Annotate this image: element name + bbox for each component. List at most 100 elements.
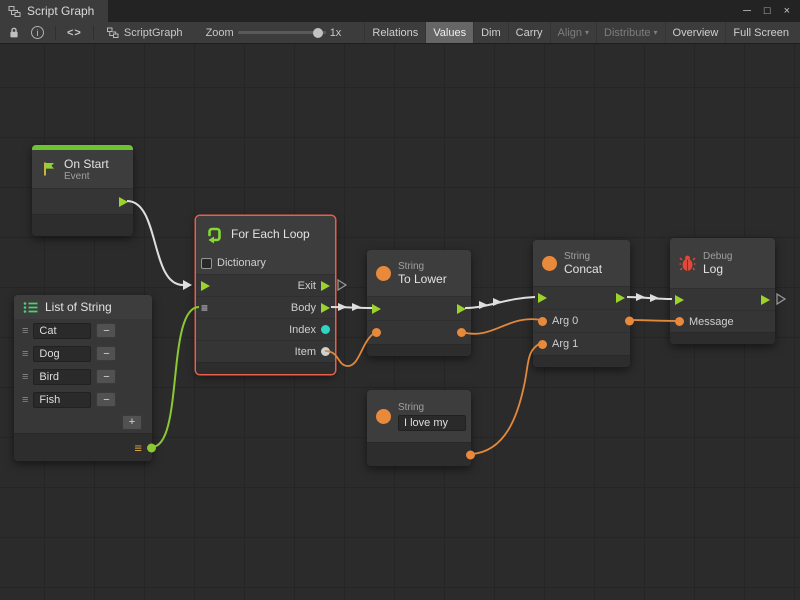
node-debug-log[interactable]: Debug Log Message	[670, 238, 775, 344]
code-icon: <>	[67, 27, 82, 39]
fullscreen-button[interactable]: Full Screen	[725, 22, 796, 43]
list-row: ≡ −	[14, 388, 152, 411]
close-button[interactable]: ×	[784, 5, 790, 17]
message-input-port[interactable]	[675, 317, 684, 326]
node-category: String	[398, 402, 466, 413]
list-input-icon[interactable]: ≡	[201, 301, 208, 315]
list-item-input[interactable]	[33, 346, 91, 362]
dictionary-checkbox[interactable]	[201, 258, 212, 269]
list-row: ≡ −	[14, 319, 152, 342]
wire-arrowhead	[493, 298, 502, 306]
node-string-literal[interactable]: String	[367, 390, 471, 466]
arg0-input-port[interactable]	[538, 317, 547, 326]
list-item-input[interactable]	[33, 369, 91, 385]
chevron-down-icon: ▾	[654, 28, 658, 37]
graph-name-label: ScriptGraph	[124, 27, 183, 39]
remove-item-button[interactable]: −	[96, 323, 116, 338]
lock-button[interactable]	[4, 22, 24, 43]
wire-concat-to-log-flow[interactable]	[627, 297, 672, 299]
wire-arrowhead	[183, 280, 192, 290]
flow-input-port[interactable]	[372, 304, 381, 314]
graph-toolbar: i <> ScriptGraph Zoom 1x Relations Value…	[0, 22, 800, 44]
list-row: ≡ −	[14, 365, 152, 388]
list-item-input[interactable]	[33, 392, 91, 408]
body-output-port[interactable]	[321, 303, 330, 313]
arg1-input-port[interactable]	[538, 340, 547, 349]
flag-icon	[41, 161, 57, 177]
list-item-input[interactable]	[33, 323, 91, 339]
wire-arrowhead	[338, 303, 347, 311]
info-icon: i	[31, 26, 44, 39]
value-output-port[interactable]	[466, 450, 475, 459]
zoom-slider-knob[interactable]	[313, 28, 323, 38]
wire-list-to-foreach[interactable]	[152, 307, 199, 447]
dim-button[interactable]: Dim	[473, 22, 508, 43]
zoom-value: 1x	[330, 27, 342, 39]
node-footer	[367, 442, 471, 466]
flow-output-port[interactable]	[761, 295, 770, 305]
remove-item-button[interactable]: −	[96, 369, 116, 384]
node-for-each-loop[interactable]: For Each Loop Dictionary Exit ≡ Body Ind…	[196, 216, 335, 374]
info-button[interactable]: i	[27, 22, 48, 43]
arg0-port-label: Arg 0	[552, 315, 578, 327]
node-category: String	[564, 251, 602, 262]
chevron-down-icon: ▾	[585, 28, 589, 37]
align-button[interactable]: Align▾	[550, 22, 596, 43]
exit-output-port[interactable]	[321, 281, 330, 291]
target-input-port[interactable]	[372, 328, 381, 337]
remove-item-button[interactable]: −	[96, 392, 116, 407]
zoom-slider[interactable]	[238, 31, 326, 34]
overview-button[interactable]: Overview	[665, 22, 726, 43]
script-graph-tab-icon	[8, 5, 21, 18]
distribute-button[interactable]: Distribute▾	[596, 22, 664, 43]
list-icon	[23, 301, 38, 314]
minimize-button[interactable]: ─	[743, 5, 751, 17]
drag-handle-icon[interactable]: ≡	[22, 394, 28, 406]
node-title: To Lower	[398, 272, 447, 286]
index-output-port[interactable]	[321, 325, 330, 334]
drag-handle-icon[interactable]: ≡	[22, 371, 28, 383]
add-item-button[interactable]: +	[122, 415, 142, 430]
node-title: Concat	[564, 262, 602, 276]
wire-literal-to-arg1[interactable]	[471, 343, 541, 454]
result-output-port[interactable]	[457, 328, 466, 337]
wire-body-to-tolower[interactable]	[331, 307, 372, 308]
wire-arrowhead	[352, 303, 361, 311]
flow-output-port[interactable]	[457, 304, 466, 314]
string-type-icon	[376, 409, 391, 424]
list-output-port[interactable]	[147, 443, 156, 452]
flow-output-port[interactable]	[616, 293, 625, 303]
flow-input-port[interactable]	[201, 281, 210, 291]
node-footer	[196, 362, 335, 374]
graph-canvas[interactable]: On Start Event List of String ≡ −	[0, 44, 800, 600]
node-footer	[670, 332, 775, 344]
wire-onstart-to-foreach[interactable]	[127, 201, 183, 285]
values-button[interactable]: Values	[425, 22, 473, 43]
inspect-code-button[interactable]: <>	[63, 22, 86, 43]
result-output-port[interactable]	[625, 317, 634, 326]
graph-breadcrumb[interactable]: ScriptGraph	[101, 27, 189, 39]
node-string-concat[interactable]: String Concat Arg 0 Arg 1	[533, 240, 630, 367]
flow-output-port[interactable]	[119, 197, 128, 207]
maximize-button[interactable]: □	[764, 5, 771, 17]
relations-button[interactable]: Relations	[364, 22, 425, 43]
flow-input-port[interactable]	[675, 295, 684, 305]
carry-button[interactable]: Carry	[508, 22, 550, 43]
list-row: ≡ −	[14, 342, 152, 365]
node-string-to-lower[interactable]: String To Lower	[367, 250, 471, 356]
drag-handle-icon[interactable]: ≡	[22, 348, 28, 360]
flow-input-port[interactable]	[538, 293, 547, 303]
string-literal-input[interactable]	[398, 415, 466, 431]
drag-handle-icon[interactable]: ≡	[22, 325, 28, 337]
node-list-of-string[interactable]: List of String ≡ − ≡ − ≡ − ≡ −	[14, 295, 152, 461]
tab-title: Script Graph	[27, 4, 94, 18]
item-output-port[interactable]	[321, 347, 330, 356]
node-footer	[533, 355, 630, 367]
wire-tolower-to-arg0[interactable]	[462, 319, 541, 334]
node-on-start[interactable]: On Start Event	[32, 145, 133, 236]
unconnected-flow-indicator	[777, 294, 785, 304]
tab-script-graph[interactable]: Script Graph	[0, 0, 108, 22]
node-category: String	[398, 261, 447, 272]
remove-item-button[interactable]: −	[96, 346, 116, 361]
wire-tolower-to-concat-flow[interactable]	[465, 297, 535, 308]
